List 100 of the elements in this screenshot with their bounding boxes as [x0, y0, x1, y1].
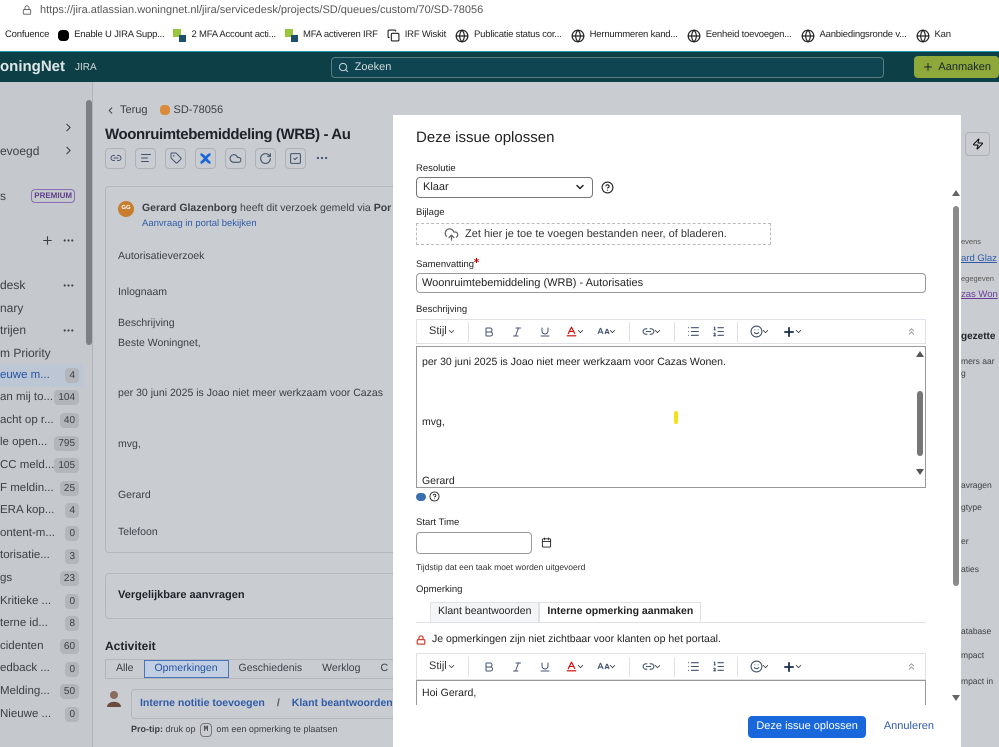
issue-key[interactable]: SD-78056	[174, 102, 224, 118]
cloud-icon[interactable]	[225, 148, 246, 168]
collapse-icon[interactable]	[906, 326, 917, 338]
refresh-icon[interactable]	[255, 148, 276, 168]
bold-icon[interactable]	[482, 660, 495, 673]
sidebar-item[interactable]: nary	[0, 298, 24, 317]
queue-item[interactable]: terne id... 8	[0, 612, 84, 636]
reply-link[interactable]: Klant beantwoorden	[292, 696, 393, 712]
scroll-up-icon[interactable]	[952, 190, 960, 196]
search-field[interactable]: Zoeken	[330, 56, 884, 78]
queue-item[interactable]: Nieuwe ... 0	[0, 702, 84, 726]
description-editor[interactable]: per 30 juni 2025 is Joao niet meer werkzaam voor Cazas Wonen. mvg, Gerard	[416, 346, 926, 488]
attachment-dropzone[interactable]: Zet hier je toe te voegen bestanden neer, of bladeren.	[416, 223, 771, 246]
queue-item[interactable]: ERA kop... 4	[0, 500, 84, 522]
start-time-input[interactable]	[416, 532, 532, 554]
align-icon[interactable]	[135, 148, 156, 168]
globe-icon	[800, 28, 814, 42]
numbered-list-icon[interactable]	[712, 325, 725, 338]
queue-item[interactable]: acht op r... 40	[0, 409, 84, 432]
help-icon[interactable]	[429, 491, 440, 502]
underline-icon[interactable]	[538, 326, 551, 338]
queue-item[interactable]: ontent-m... 0	[0, 522, 84, 545]
queue-item[interactable]: Melding... 50	[0, 680, 84, 703]
emoji-icon[interactable]	[750, 325, 770, 338]
bookmark[interactable]: 2 MFA Account acti...	[173, 28, 276, 43]
numbered-list-icon[interactable]	[712, 660, 725, 674]
bookmark[interactable]: Aanbiedingsronde v...	[800, 28, 906, 43]
italic-icon[interactable]	[510, 660, 523, 673]
logo-text[interactable]: oningNet	[0, 56, 65, 78]
queue-item[interactable]: F meldin... 25	[0, 476, 84, 500]
create-button[interactable]: Aanmaken	[914, 56, 999, 78]
bookmark[interactable]: Publicatie status cor...	[455, 28, 562, 43]
editor-mode-icon[interactable]	[416, 492, 426, 501]
sidebar-item[interactable]: trijen	[0, 321, 26, 340]
insert-icon[interactable]	[782, 660, 803, 674]
comment-editor[interactable]: Hoi Gerard,	[416, 680, 926, 706]
italic-icon[interactable]	[510, 326, 523, 338]
bookmark[interactable]: Confuence	[5, 28, 50, 43]
help-icon[interactable]	[601, 180, 614, 194]
sidebar-item[interactable]: evoegd	[0, 142, 40, 160]
queue-item[interactable]: le open... 795	[0, 432, 84, 454]
bookmark[interactable]: MFA activeren IRF	[285, 28, 378, 43]
sidebar-item[interactable]: desk	[0, 276, 26, 294]
lock-icon	[22, 5, 32, 15]
queue-item[interactable]: euwe m... 4	[0, 364, 84, 387]
queue-item[interactable]: an mij to... 104	[0, 386, 84, 410]
bullet-list-icon[interactable]	[686, 325, 700, 338]
resolution-select[interactable]: Klaar	[416, 176, 593, 198]
back-link[interactable]: Terug	[105, 102, 148, 118]
queue-item[interactable]: CC meld... 105	[0, 454, 84, 477]
text-color-icon[interactable]	[564, 325, 585, 338]
field-link[interactable]: zas Won	[961, 289, 999, 301]
emoji-icon[interactable]	[750, 660, 770, 674]
summary-input[interactable]: Woonruimtebemiddeling (WRB) - Autorisaties	[416, 273, 926, 293]
link-icon[interactable]	[105, 148, 126, 168]
automation-button[interactable]	[965, 132, 990, 156]
tag-icon[interactable]	[165, 148, 186, 168]
field-link[interactable]: ard Glaz	[961, 253, 999, 265]
queue-item[interactable]: cidenten 60	[0, 635, 84, 658]
scrollbar-thumb[interactable]	[952, 206, 958, 586]
style-dropdown[interactable]: Stijl	[425, 323, 460, 340]
bookmark[interactable]: Eenheid toevoegen...	[686, 28, 792, 43]
activity-tab[interactable]: C	[370, 660, 398, 678]
activity-tab[interactable]: Werklog	[312, 660, 370, 678]
sidebar-item[interactable]: m Priority	[0, 344, 51, 362]
bullet-list-icon[interactable]	[686, 660, 700, 674]
resolve-button[interactable]: Deze issue oplossen	[748, 716, 866, 738]
queue-item[interactable]: torisatie... 3	[0, 544, 84, 568]
style-dropdown[interactable]: Stijl	[425, 658, 460, 675]
checkbox-icon[interactable]	[285, 148, 306, 168]
cancel-link[interactable]: Annuleren	[884, 718, 934, 735]
scroll-down-icon[interactable]	[952, 695, 960, 701]
queue-item[interactable]: Kritieke ... 0	[0, 590, 84, 613]
insert-icon[interactable]	[782, 324, 803, 339]
comment-tab[interactable]: Interne opmerking aanmaken	[539, 602, 702, 622]
calendar-icon[interactable]	[541, 537, 552, 548]
collapse-icon[interactable]	[906, 661, 917, 672]
scrollbar-thumb[interactable]	[917, 390, 923, 456]
activity-tab[interactable]: Geschiedenis	[228, 660, 312, 678]
bookmark[interactable]: IRF Wiskit	[386, 28, 446, 43]
bookmark[interactable]: Enable U JIRA Supp...	[58, 28, 164, 43]
underline-icon[interactable]	[538, 660, 551, 673]
queue-item[interactable]: gs 23	[0, 567, 84, 590]
scroll-up-icon[interactable]	[916, 351, 924, 358]
add-icon[interactable]	[41, 234, 54, 247]
lock-icon	[416, 634, 426, 645]
scrollbar-thumb[interactable]	[86, 100, 92, 345]
sidebar-item[interactable]: s	[0, 186, 6, 204]
bookmark[interactable]: Kan	[916, 28, 951, 43]
activity-tab[interactable]: Opmerkingen	[144, 660, 229, 678]
queue-item[interactable]: edback ... 0	[0, 658, 84, 680]
text-color-icon[interactable]	[564, 660, 585, 674]
activity-tab[interactable]: Alle	[106, 660, 144, 678]
scroll-down-icon[interactable]	[916, 469, 924, 476]
cross-icon[interactable]	[195, 148, 216, 168]
bookmark[interactable]: Hernummeren kand...	[570, 28, 678, 43]
bold-icon[interactable]	[482, 326, 495, 338]
comment-tab[interactable]: Klant beantwoorden	[430, 602, 540, 622]
copy-icon	[386, 29, 400, 42]
internal-note-link[interactable]: Interne notitie toevoegen	[140, 696, 265, 712]
